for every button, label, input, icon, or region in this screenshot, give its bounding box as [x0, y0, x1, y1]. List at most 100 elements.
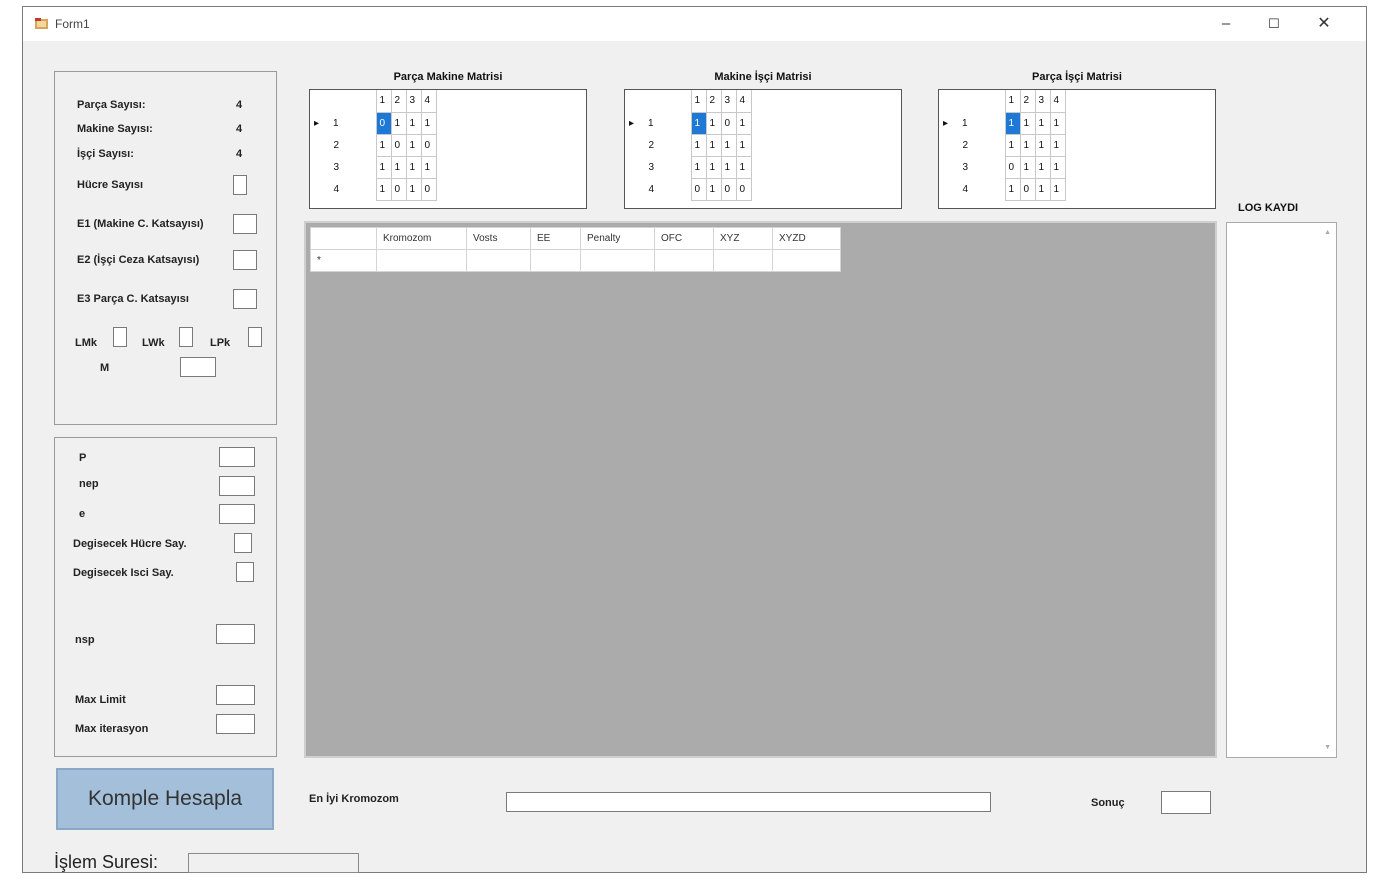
minimize-button[interactable]: –: [1206, 11, 1246, 37]
matrix-cell[interactable]: 1: [690, 133, 707, 157]
matrix-cell[interactable]: 1: [1049, 177, 1066, 201]
row-header[interactable]: 3: [310, 156, 377, 178]
matrix-cell[interactable]: 0: [390, 177, 407, 201]
matrix-cell[interactable]: 1: [420, 111, 437, 135]
row-header[interactable]: ▸ 1: [310, 112, 377, 134]
matrix-cell[interactable]: 1: [1004, 133, 1021, 157]
matrix-cell[interactable]: 0: [720, 177, 737, 201]
row-header[interactable]: 3: [939, 156, 1006, 178]
column-header-penalty[interactable]: Penalty: [580, 227, 655, 250]
matrix-cell[interactable]: 1: [1034, 177, 1051, 201]
matrix-cell[interactable]: 1: [1019, 133, 1036, 157]
matrix-cell[interactable]: 1: [705, 133, 722, 157]
results-grid[interactable]: Kromozom Vosts EE Penalty OFC XYZ XYZD *: [304, 221, 1217, 758]
row-header[interactable]: 4: [625, 178, 692, 200]
matrix-cell[interactable]: 1: [1019, 111, 1036, 135]
matrix-cell[interactable]: 0: [1004, 155, 1021, 179]
parca-makine-grid[interactable]: 1 2 3 4 ▸ 1 0 1 1 1 2 1 0 1 0 3 1 1 1 1 …: [309, 89, 587, 209]
matrix-cell[interactable]: 1: [720, 133, 737, 157]
matrix-cell[interactable]: 1: [1049, 111, 1066, 135]
e3-input[interactable]: [233, 289, 257, 309]
matrix-cell[interactable]: 1: [405, 111, 422, 135]
matrix-cell[interactable]: 1: [1034, 111, 1051, 135]
parca-isci-grid[interactable]: 1 2 3 4 ▸ 1 1 1 1 1 2 1 1 1 1 3 0 1 1 1 …: [938, 89, 1216, 209]
row-header[interactable]: ▸ 1: [625, 112, 692, 134]
nsp-input[interactable]: [216, 624, 255, 644]
matrix-cell[interactable]: 1: [705, 177, 722, 201]
matrix-cell[interactable]: 1: [405, 155, 422, 179]
column-header-ofc[interactable]: OFC: [654, 227, 714, 250]
en-iyi-input[interactable]: [506, 792, 991, 812]
matrix-cell[interactable]: 1: [1004, 111, 1021, 135]
komple-hesapla-button[interactable]: Komple Hesapla: [56, 768, 274, 830]
matrix-cell[interactable]: 1: [420, 155, 437, 179]
matrix-cell[interactable]: 1: [405, 133, 422, 157]
e1-input[interactable]: [233, 214, 257, 234]
matrix-cell[interactable]: 0: [720, 111, 737, 135]
lwk-input[interactable]: [179, 327, 193, 347]
column-header[interactable]: 4: [420, 90, 437, 113]
matrix-cell[interactable]: 1: [735, 155, 752, 179]
matrix-cell[interactable]: 1: [1049, 133, 1066, 157]
matrix-cell[interactable]: 1: [720, 155, 737, 179]
nep-input[interactable]: [219, 476, 255, 496]
matrix-cell[interactable]: 1: [1034, 133, 1051, 157]
matrix-cell[interactable]: 0: [735, 177, 752, 201]
row-header[interactable]: 4: [939, 178, 1006, 200]
row-header[interactable]: 3: [625, 156, 692, 178]
matrix-cell[interactable]: 1: [390, 155, 407, 179]
e2-input[interactable]: [233, 250, 257, 270]
column-header[interactable]: 4: [1049, 90, 1066, 113]
deg-isci-input[interactable]: [236, 562, 254, 582]
column-header-kromozom[interactable]: Kromozom: [376, 227, 467, 250]
row-header[interactable]: 2: [310, 134, 377, 156]
lpk-input[interactable]: [248, 327, 262, 347]
matrix-cell[interactable]: 1: [735, 133, 752, 157]
matrix-cell[interactable]: 0: [390, 133, 407, 157]
row-header[interactable]: 4: [310, 178, 377, 200]
scroll-up-icon[interactable]: ▲: [1324, 229, 1331, 236]
close-button[interactable]: ✕: [1304, 11, 1344, 37]
lmk-input[interactable]: [113, 327, 127, 347]
column-header[interactable]: 3: [405, 90, 422, 113]
column-header-ee[interactable]: EE: [530, 227, 581, 250]
column-header-vosts[interactable]: Vosts: [466, 227, 531, 250]
e-input[interactable]: [219, 504, 255, 524]
grid-cell[interactable]: [530, 249, 581, 272]
matrix-cell[interactable]: 1: [405, 177, 422, 201]
new-row-marker[interactable]: *: [310, 249, 377, 272]
m-input[interactable]: [180, 357, 216, 377]
column-header[interactable]: 1: [690, 90, 707, 113]
grid-cell[interactable]: [654, 249, 714, 272]
matrix-cell[interactable]: 1: [690, 111, 707, 135]
grid-cell[interactable]: [580, 249, 655, 272]
column-header[interactable]: 1: [1004, 90, 1021, 113]
matrix-cell[interactable]: 0: [420, 177, 437, 201]
hucre-sayisi-input[interactable]: [233, 175, 247, 195]
column-header-xyzd[interactable]: XYZD: [772, 227, 841, 250]
matrix-cell[interactable]: 1: [705, 155, 722, 179]
matrix-cell[interactable]: 1: [375, 155, 392, 179]
p-input[interactable]: [219, 447, 255, 467]
grid-cell[interactable]: [713, 249, 773, 272]
matrix-cell[interactable]: 1: [375, 133, 392, 157]
deg-hucre-input[interactable]: [234, 533, 252, 553]
row-header[interactable]: 2: [625, 134, 692, 156]
matrix-cell[interactable]: 1: [1004, 177, 1021, 201]
column-header[interactable]: 2: [705, 90, 722, 113]
matrix-cell[interactable]: 1: [390, 111, 407, 135]
row-header[interactable]: ▸ 1: [939, 112, 1006, 134]
log-textbox[interactable]: ▲ ▼: [1226, 222, 1337, 758]
column-header-xyz[interactable]: XYZ: [713, 227, 773, 250]
makine-isci-grid[interactable]: 1 2 3 4 ▸ 1 1 1 0 1 2 1 1 1 1 3 1 1 1 1 …: [624, 89, 902, 209]
column-header[interactable]: 1: [375, 90, 392, 113]
sonuc-input[interactable]: [1161, 791, 1211, 814]
matrix-cell[interactable]: 1: [1019, 155, 1036, 179]
matrix-cell[interactable]: 1: [375, 177, 392, 201]
grid-cell[interactable]: [376, 249, 467, 272]
matrix-cell[interactable]: 1: [1049, 155, 1066, 179]
grid-cell[interactable]: [772, 249, 841, 272]
matrix-cell[interactable]: 1: [690, 155, 707, 179]
column-header[interactable]: 2: [390, 90, 407, 113]
row-header[interactable]: 2: [939, 134, 1006, 156]
